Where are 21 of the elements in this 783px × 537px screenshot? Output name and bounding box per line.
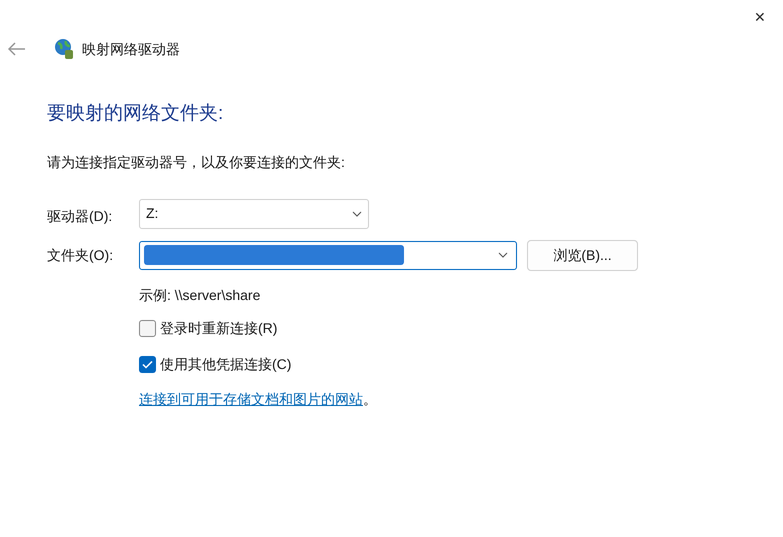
website-link[interactable]: 连接到可用于存储文档和图片的网站 (139, 388, 363, 410)
folder-label: 文件夹(O): (47, 246, 114, 265)
checkbox[interactable] (139, 320, 156, 336)
drive-dropdown[interactable]: Z: (139, 198, 369, 228)
window-title: 映射网络驱动器 (82, 40, 180, 58)
checkmark-icon (142, 360, 153, 368)
checkbox[interactable] (139, 356, 156, 372)
back-arrow-icon[interactable] (8, 42, 26, 56)
checkbox-label: 登录时重新连接(R) (160, 318, 278, 338)
instruction-text: 请为连接指定驱动器号，以及你要连接的文件夹: (47, 152, 346, 172)
checkbox-label: 使用其他凭据连接(C) (160, 354, 292, 374)
drive-label: 驱动器(D): (47, 207, 114, 226)
close-button[interactable]: ✕ (737, 0, 783, 34)
heading: 要映射的网络文件夹: (47, 102, 224, 126)
example-text: 示例: \\server\share (139, 286, 262, 304)
folder-combobox[interactable] (139, 240, 517, 270)
period-text: 。 (363, 390, 377, 408)
caret-icon (352, 210, 362, 216)
network-globe-icon (54, 38, 74, 60)
browse-button[interactable]: 浏览(B)... (527, 240, 638, 270)
caret-icon (498, 252, 508, 258)
